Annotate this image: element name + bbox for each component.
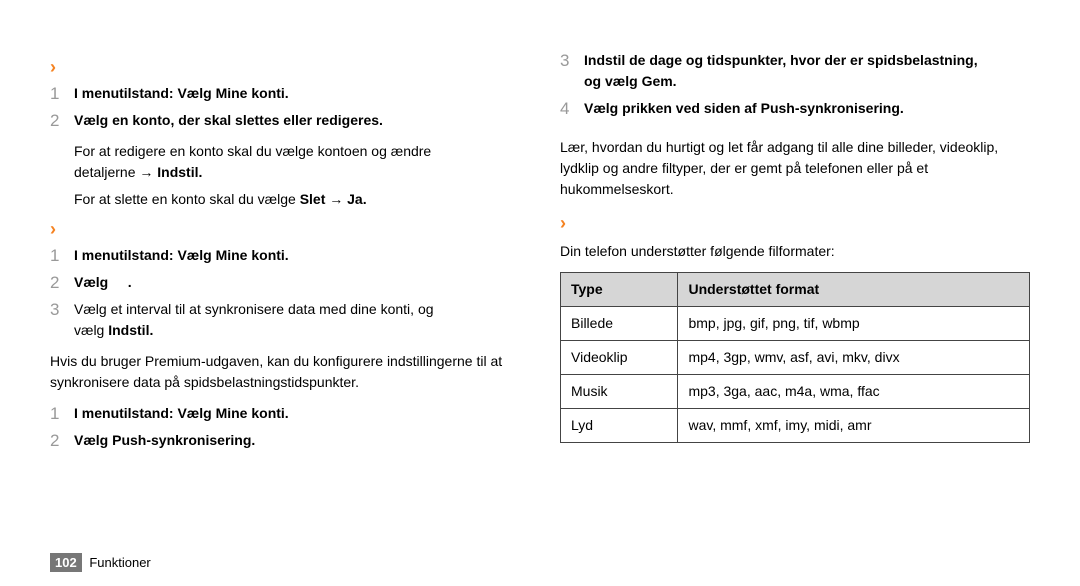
line: detaljerne →: [74, 164, 157, 180]
step-number: 3: [50, 297, 59, 323]
table-row: Billede bmp, jpg, gif, png, tif, wbmp: [561, 307, 1030, 341]
steps-block-2: 1 I menutilstand: Vælg Mine konti. 2 Væl…: [50, 245, 520, 341]
step-text: vælg: [74, 322, 108, 338]
paragraph: Din telefon understøtter følgende filfor…: [560, 241, 1030, 262]
step-text: I menutilstand: Vælg: [74, 247, 216, 263]
step-bold: Gem.: [642, 73, 677, 89]
sub-text: For at slette en konto skal du vælge Sle…: [50, 189, 520, 210]
table-cell: mp3, 3ga, aac, m4a, wma, ffac: [678, 375, 1030, 409]
section-label: Funktioner: [89, 555, 150, 570]
page-body: › 1 I menutilstand: Vælg Mine konti. 2 V…: [0, 0, 1080, 540]
step-item: 1 I menutilstand: Vælg Mine konti.: [50, 403, 520, 424]
bold: Indstil.: [157, 164, 202, 180]
sub-text: For at redigere en konto skal du vælge k…: [50, 141, 520, 183]
step-number: 4: [560, 96, 569, 122]
table-row: Lyd wav, mmf, xmf, imy, midi, amr: [561, 409, 1030, 443]
step-text: Indstil de dage og tidspunkter, hvor der…: [584, 52, 978, 68]
step-bold: Indstil.: [108, 322, 153, 338]
line: For at redigere en konto skal du vælge k…: [74, 143, 431, 159]
table-header: Type: [561, 273, 678, 307]
table-cell: Musik: [561, 375, 678, 409]
paragraph: Lær, hvordan du hurtigt og let får adgan…: [560, 137, 1030, 200]
step-number: 2: [50, 270, 59, 296]
step-bold: Push-synkronisering.: [112, 432, 255, 448]
step-text: Vælg: [74, 432, 112, 448]
table-cell: bmp, jpg, gif, png, tif, wbmp: [678, 307, 1030, 341]
table-cell: Lyd: [561, 409, 678, 443]
chevron-icon: ›: [560, 210, 1030, 237]
step-text: .: [128, 274, 132, 290]
table-row: Videoklip mp4, 3gp, wmv, asf, avi, mkv, …: [561, 341, 1030, 375]
step-text: og vælg: [584, 73, 642, 89]
table-header-row: Type Understøttet format: [561, 273, 1030, 307]
right-column: 3 Indstil de dage og tidspunkter, hvor d…: [560, 50, 1030, 520]
step-item: 2 Vælg en konto, der skal slettes eller …: [50, 110, 520, 131]
step-item: 1 I menutilstand: Vælg Mine konti.: [50, 83, 520, 104]
table-cell: Videoklip: [561, 341, 678, 375]
step-number: 1: [50, 243, 59, 269]
step-number: 1: [50, 401, 59, 427]
step-bold: Mine konti.: [216, 247, 289, 263]
table-row: Musik mp3, 3ga, aac, m4a, wma, ffac: [561, 375, 1030, 409]
page-footer: 102 Funktioner: [50, 555, 151, 570]
table-cell: Billede: [561, 307, 678, 341]
table-header: Understøttet format: [678, 273, 1030, 307]
page-number: 102: [50, 553, 82, 572]
step-text: Vælg: [74, 274, 108, 290]
step-item: 2 Vælg Push-synkronisering.: [50, 430, 520, 451]
step-bold: Mine konti.: [216, 85, 289, 101]
step-text: I menutilstand: Vælg: [74, 405, 216, 421]
table-cell: mp4, 3gp, wmv, asf, avi, mkv, divx: [678, 341, 1030, 375]
step-text: Vælg prikken ved siden af: [584, 100, 761, 116]
table-cell: wav, mmf, xmf, imy, midi, amr: [678, 409, 1030, 443]
step-text: Vælg en konto, der skal slettes eller re…: [74, 112, 383, 128]
step-bold: Mine konti.: [216, 405, 289, 421]
step-number: 1: [50, 81, 59, 107]
formats-table: Type Understøttet format Billede bmp, jp…: [560, 272, 1030, 443]
left-column: › 1 I menutilstand: Vælg Mine konti. 2 V…: [50, 50, 520, 520]
bold: Slet → Ja.: [300, 191, 367, 207]
step-item: 3 Vælg et interval til at synkronisere d…: [50, 299, 520, 341]
steps-block-4: 3 Indstil de dage og tidspunkter, hvor d…: [560, 50, 1030, 119]
chevron-icon: ›: [50, 216, 520, 243]
step-item: 4 Vælg prikken ved siden af Push-synkron…: [560, 98, 1030, 119]
steps-block-3: 1 I menutilstand: Vælg Mine konti. 2 Væl…: [50, 403, 520, 451]
step-bold: Push-synkronisering.: [761, 100, 904, 116]
step-text: Vælg et interval til at synkronisere dat…: [74, 301, 434, 317]
step-item: 3 Indstil de dage og tidspunkter, hvor d…: [560, 50, 1030, 92]
step-text: I menutilstand: Vælg: [74, 85, 216, 101]
chevron-icon: ›: [50, 54, 520, 81]
steps-block-1: 1 I menutilstand: Vælg Mine konti. 2 Væl…: [50, 83, 520, 131]
step-item: 1 I menutilstand: Vælg Mine konti.: [50, 245, 520, 266]
step-item: 2 Vælg .: [50, 272, 520, 293]
step-number: 2: [50, 428, 59, 454]
line: For at slette en konto skal du vælge: [74, 191, 300, 207]
paragraph: Hvis du bruger Premium-udgaven, kan du k…: [50, 351, 520, 393]
step-number: 3: [560, 48, 569, 74]
step-number: 2: [50, 108, 59, 134]
